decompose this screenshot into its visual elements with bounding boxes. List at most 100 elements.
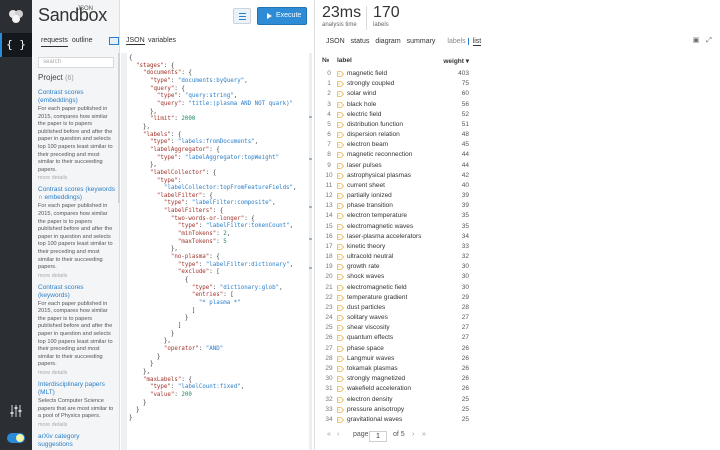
tab-labels[interactable]: labels bbox=[447, 38, 465, 45]
more-details-link[interactable]: more details bbox=[38, 273, 116, 279]
table-row[interactable]: 0 magnetic field 403 bbox=[322, 69, 472, 79]
table-row[interactable]: 8 magnetic reconnection 44 bbox=[322, 150, 472, 160]
table-row[interactable]: 18 ultracold neutral 32 bbox=[322, 252, 472, 262]
row-label[interactable]: astrophysical plasmas bbox=[347, 171, 411, 181]
table-row[interactable]: 25 shear viscosity 27 bbox=[322, 323, 472, 333]
prev-page-icon[interactable]: ‹ bbox=[337, 431, 339, 438]
table-row[interactable]: 14 electron temperature 35 bbox=[322, 211, 472, 221]
list-item[interactable]: Contrast scores (keywords ∩ embeddings) … bbox=[38, 186, 116, 278]
row-label[interactable]: strongly coupled bbox=[347, 79, 394, 89]
table-row[interactable]: 33 pressure anisotropy 25 bbox=[322, 405, 472, 415]
row-label[interactable]: magnetic reconnection bbox=[347, 150, 412, 160]
first-page-icon[interactable]: « bbox=[327, 431, 331, 438]
tab-json[interactable]: JSON bbox=[126, 37, 145, 45]
tab-outline[interactable]: outline bbox=[72, 37, 93, 46]
table-row[interactable]: 15 electromagnetic waves 35 bbox=[322, 222, 472, 232]
column-weight[interactable]: weight ▾ bbox=[443, 57, 469, 65]
item-title[interactable]: Contrast scores (embeddings) bbox=[38, 89, 116, 105]
list-icon[interactable] bbox=[233, 8, 251, 24]
tab-list[interactable]: list bbox=[472, 38, 482, 47]
toggle-icon[interactable] bbox=[7, 433, 25, 443]
table-row[interactable]: 12 partially ionized 39 bbox=[322, 191, 472, 201]
table-row[interactable]: 29 tokamak plasmas 26 bbox=[322, 364, 472, 374]
row-label[interactable]: electron density bbox=[347, 395, 393, 405]
row-label[interactable]: laser-plasma accelerators bbox=[347, 232, 421, 242]
table-row[interactable]: 21 electromagnetic field 30 bbox=[322, 283, 472, 293]
table-row[interactable]: 30 strongly magnetized 26 bbox=[322, 374, 472, 384]
table-row[interactable]: 31 wakefield acceleration 26 bbox=[322, 384, 472, 394]
row-label[interactable]: wakefield acceleration bbox=[347, 384, 411, 394]
item-title[interactable]: Contrast scores (keywords) bbox=[38, 284, 116, 300]
panel-icon[interactable] bbox=[109, 37, 119, 45]
table-row[interactable]: 34 gravitational waves 25 bbox=[322, 415, 472, 425]
row-label[interactable]: solitary waves bbox=[347, 313, 388, 323]
row-label[interactable]: shock waves bbox=[347, 272, 384, 282]
sidebar-scrollbar[interactable] bbox=[118, 53, 120, 203]
table-row[interactable]: 2 solar wind 60 bbox=[322, 89, 472, 99]
sliders-icon[interactable] bbox=[9, 404, 23, 418]
row-label[interactable]: electron temperature bbox=[347, 211, 407, 221]
tab-variables[interactable]: variables bbox=[148, 37, 176, 44]
tab-summary[interactable]: summary bbox=[407, 38, 436, 45]
row-label[interactable]: temperature gradient bbox=[347, 293, 407, 303]
table-row[interactable]: 6 dispersion relation 48 bbox=[322, 130, 472, 140]
row-label[interactable]: tokamak plasmas bbox=[347, 364, 398, 374]
row-label[interactable]: kinetic theory bbox=[347, 242, 385, 252]
table-row[interactable]: 11 current sheet 40 bbox=[322, 181, 472, 191]
row-label[interactable]: electron beam bbox=[347, 140, 388, 150]
item-title[interactable]: arXiv category suggestions bbox=[38, 433, 116, 449]
expand-icon[interactable]: ⤢ bbox=[705, 37, 713, 45]
table-row[interactable]: 26 quantum effects 27 bbox=[322, 333, 472, 343]
panel-icon[interactable]: ▣ bbox=[692, 37, 700, 45]
tab-diagram[interactable]: diagram bbox=[375, 38, 400, 45]
row-label[interactable]: laser pulses bbox=[347, 161, 382, 171]
table-row[interactable]: 23 dust particles 28 bbox=[322, 303, 472, 313]
tab-status[interactable]: status bbox=[351, 38, 370, 45]
column-label[interactable]: label bbox=[337, 57, 352, 64]
row-label[interactable]: Langmuir waves bbox=[347, 354, 394, 364]
row-label[interactable]: current sheet bbox=[347, 181, 385, 191]
table-row[interactable]: 22 temperature gradient 29 bbox=[322, 293, 472, 303]
row-label[interactable]: shear viscosity bbox=[347, 323, 390, 333]
table-row[interactable]: 19 growth rate 30 bbox=[322, 262, 472, 272]
row-label[interactable]: pressure anisotropy bbox=[347, 405, 404, 415]
table-row[interactable]: 10 astrophysical plasmas 42 bbox=[322, 171, 472, 181]
row-label[interactable]: strongly magnetized bbox=[347, 374, 405, 384]
row-label[interactable]: solar wind bbox=[347, 89, 376, 99]
more-details-link[interactable]: more details bbox=[38, 370, 116, 376]
next-page-icon[interactable]: › bbox=[412, 431, 414, 438]
row-label[interactable]: distribution function bbox=[347, 120, 403, 130]
table-row[interactable]: 4 electric field 52 bbox=[322, 110, 472, 120]
table-row[interactable]: 24 solitary waves 27 bbox=[322, 313, 472, 323]
item-title[interactable]: Contrast scores (keywords ∩ embeddings) bbox=[38, 186, 116, 202]
table-row[interactable]: 28 Langmuir waves 26 bbox=[322, 354, 472, 364]
list-item[interactable]: arXiv category suggestions bbox=[38, 433, 116, 449]
row-label[interactable]: magnetic field bbox=[347, 69, 387, 79]
table-row[interactable]: 20 shock waves 30 bbox=[322, 272, 472, 282]
row-label[interactable]: black hole bbox=[347, 100, 376, 110]
last-page-icon[interactable]: » bbox=[422, 431, 426, 438]
row-label[interactable]: partially ionized bbox=[347, 191, 392, 201]
table-row[interactable]: 32 electron density 25 bbox=[322, 395, 472, 405]
row-label[interactable]: electric field bbox=[347, 110, 381, 120]
logo-icon[interactable] bbox=[7, 7, 25, 25]
table-row[interactable]: 5 distribution function 51 bbox=[322, 120, 472, 130]
list-item[interactable]: Contrast scores (keywords) For each pape… bbox=[38, 284, 116, 376]
table-row[interactable]: 1 strongly coupled 75 bbox=[322, 79, 472, 89]
row-label[interactable]: quantum effects bbox=[347, 333, 393, 343]
row-label[interactable]: electromagnetic field bbox=[347, 283, 407, 293]
table-row[interactable]: 16 laser-plasma accelerators 34 bbox=[322, 232, 472, 242]
row-label[interactable]: dispersion relation bbox=[347, 130, 400, 140]
code-editor[interactable]: { "stages": { "documents": { "type": "do… bbox=[129, 55, 297, 423]
row-label[interactable]: phase transition bbox=[347, 201, 393, 211]
table-row[interactable]: 27 phase space 26 bbox=[322, 344, 472, 354]
editor-scrollbar[interactable] bbox=[309, 53, 312, 450]
tab-requests[interactable]: requests bbox=[41, 37, 68, 47]
panel-divider[interactable] bbox=[314, 0, 315, 450]
table-row[interactable]: 13 phase transition 39 bbox=[322, 201, 472, 211]
more-details-link[interactable]: more details bbox=[38, 175, 116, 181]
more-details-link[interactable]: more details bbox=[38, 422, 116, 428]
page-input[interactable]: 1 bbox=[369, 431, 387, 442]
braces-icon[interactable]: { } bbox=[0, 33, 32, 57]
row-label[interactable]: gravitational waves bbox=[347, 415, 402, 425]
